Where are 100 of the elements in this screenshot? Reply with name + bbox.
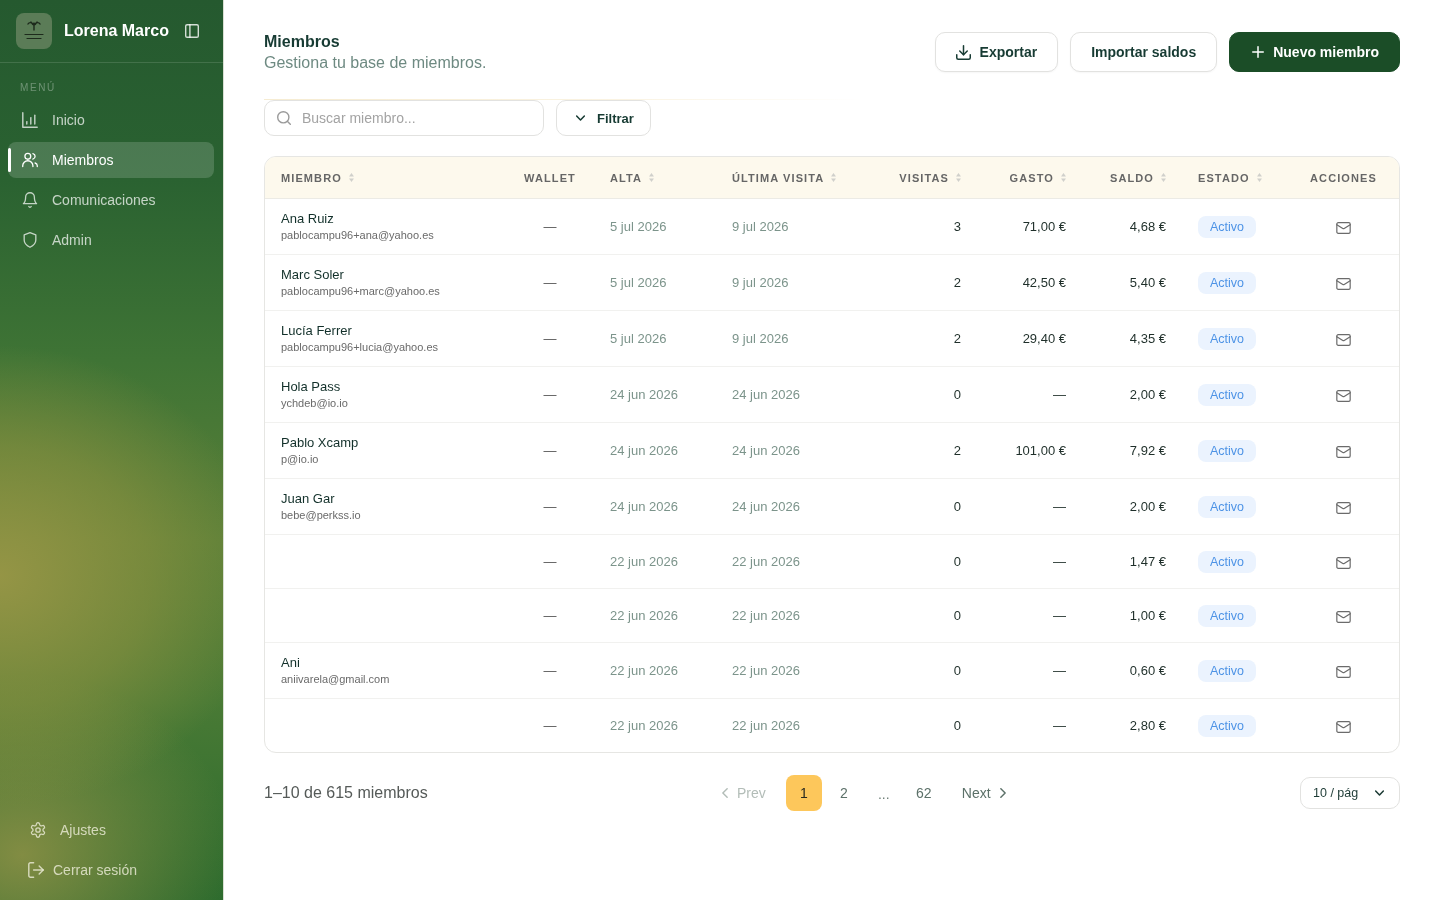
table-cell: 5 jul 2026 — [594, 255, 716, 311]
member-name: Ani — [281, 654, 300, 671]
member-email: pablocampu96+lucia@yahoo.es — [281, 340, 439, 355]
search-icon — [277, 111, 291, 125]
status-badge: Activo — [1198, 550, 1257, 573]
mail-icon[interactable] — [1336, 610, 1351, 623]
page-subtitle: Gestiona tu base de miembros. — [264, 53, 487, 73]
table-cell: 2,00 € — [1082, 367, 1182, 423]
nav-item[interactable]: Miembros — [8, 142, 214, 178]
table-cell: — — [506, 643, 594, 699]
page-button[interactable]: 62 — [905, 775, 942, 811]
nav-item[interactable]: Admin — [8, 222, 214, 258]
nav-item[interactable]: Comunicaciones — [8, 182, 214, 218]
table-cell: 22 jun 2026 — [594, 589, 716, 643]
column-header[interactable]: ESTADO — [1182, 157, 1288, 199]
page-button[interactable]: 2 — [825, 775, 862, 811]
search-field[interactable]: Buscar miembro... — [264, 100, 544, 136]
mail-icon[interactable] — [1336, 389, 1351, 402]
table-cell: 24 jun 2026 — [716, 367, 863, 423]
bell-icon — [22, 192, 38, 208]
page-title: Miembros — [264, 32, 340, 52]
member-name: Ana Ruiz — [281, 210, 334, 227]
table-cell: 4,35 € — [1082, 311, 1182, 367]
table-cell: 5,40 € — [1082, 255, 1182, 311]
table-cell: 2,00 € — [1082, 479, 1182, 535]
mail-icon[interactable] — [1336, 277, 1351, 290]
table-cell: 9 jul 2026 — [716, 255, 863, 311]
nav-item[interactable]: Inicio — [8, 102, 214, 138]
column-header[interactable]: MIEMBRO — [265, 157, 506, 199]
column-header[interactable]: SALDO — [1082, 157, 1182, 199]
logo-icon — [16, 13, 52, 49]
table-cell: 24 jun 2026 — [594, 367, 716, 423]
table-cell: 5 jul 2026 — [594, 199, 716, 255]
member-email: pablocampu96+marc@yahoo.es — [281, 284, 440, 299]
table-cell: — — [506, 479, 594, 535]
results-summary: 1–10 de 615 miembros — [264, 784, 428, 802]
member-email: pablocampu96+ana@yahoo.es — [281, 228, 434, 243]
page-size-select[interactable]: 10 / pág — [1300, 777, 1400, 809]
table-cell: 0 — [863, 367, 977, 423]
mail-icon[interactable] — [1336, 665, 1351, 678]
table-cell: 3 — [863, 199, 977, 255]
status-badge: Activo — [1198, 383, 1257, 406]
chevron-down-icon — [576, 115, 585, 121]
table-cell: 0 — [863, 479, 977, 535]
table-cell: 71,00 € — [977, 199, 1082, 255]
new-member-button[interactable]: Nuevo miembro — [1229, 32, 1400, 72]
next-page-button[interactable]: Next — [953, 775, 1014, 811]
table-cell: 42,50 € — [977, 255, 1082, 311]
export-button[interactable]: Exportar — [934, 32, 1059, 72]
chevron-right-icon — [999, 788, 1006, 798]
mail-icon[interactable] — [1336, 501, 1351, 514]
table-cell: 24 jun 2026 — [594, 423, 716, 479]
table-cell: — — [506, 423, 594, 479]
table-cell: 22 jun 2026 — [716, 589, 863, 643]
download-icon — [955, 44, 971, 60]
section-label: MENÚ — [20, 82, 56, 94]
mail-icon[interactable] — [1336, 221, 1351, 234]
member-name: Lucía Ferrer — [281, 322, 352, 339]
status-badge: Activo — [1198, 659, 1257, 682]
import-button[interactable]: Importar saldos — [1070, 32, 1218, 72]
table-cell: 9 jul 2026 — [716, 199, 863, 255]
table-cell: 1,00 € — [1082, 589, 1182, 643]
table-cell: — — [977, 479, 1082, 535]
table-cell: — — [506, 535, 594, 589]
sidebar-toggle-icon[interactable] — [185, 24, 199, 38]
table-cell: 22 jun 2026 — [716, 643, 863, 699]
table-cell: 2 — [863, 311, 977, 367]
status-badge: Activo — [1198, 495, 1257, 518]
column-header[interactable]: GASTO — [977, 157, 1082, 199]
table-cell: 22 jun 2026 — [594, 535, 716, 589]
table-cell: 24 jun 2026 — [716, 423, 863, 479]
column-header[interactable]: ÚLTIMA VISITA — [716, 157, 863, 199]
mail-icon[interactable] — [1336, 556, 1351, 569]
table-cell: 9 jul 2026 — [716, 311, 863, 367]
status-badge: Activo — [1198, 327, 1257, 350]
page-ellipsis: ... — [877, 785, 891, 804]
table-cell: — — [506, 367, 594, 423]
table-cell: — — [506, 199, 594, 255]
column-header[interactable]: VISITAS — [863, 157, 977, 199]
mail-icon[interactable] — [1336, 720, 1351, 733]
shield-icon — [22, 232, 38, 248]
mail-icon[interactable] — [1336, 445, 1351, 458]
table-cell-text: 22 jun 2026 — [609, 717, 679, 735]
nav-item[interactable]: Ajustes — [8, 812, 215, 848]
plus-icon — [1252, 46, 1265, 58]
member-email: bebe@perkss.io — [281, 508, 361, 523]
page-button[interactable]: 1 — [785, 775, 822, 811]
member-email: ychdeb@io.io — [281, 396, 348, 411]
status-badge: Activo — [1198, 604, 1257, 627]
filter-button[interactable]: Filtrar — [556, 100, 651, 136]
table-cell: — — [977, 643, 1082, 699]
table-cell-text: 22 jun 2026 — [731, 717, 801, 735]
nav-item[interactable]: Cerrar sesión — [8, 852, 215, 888]
brand-name: Lorena Marco — [64, 22, 169, 40]
status-badge: Activo — [1198, 439, 1257, 462]
table-cell: 5 jul 2026 — [594, 311, 716, 367]
table-cell-text: — — [542, 717, 558, 735]
table-cell: — — [977, 367, 1082, 423]
mail-icon[interactable] — [1336, 333, 1351, 346]
column-header[interactable]: ALTA — [594, 157, 716, 199]
